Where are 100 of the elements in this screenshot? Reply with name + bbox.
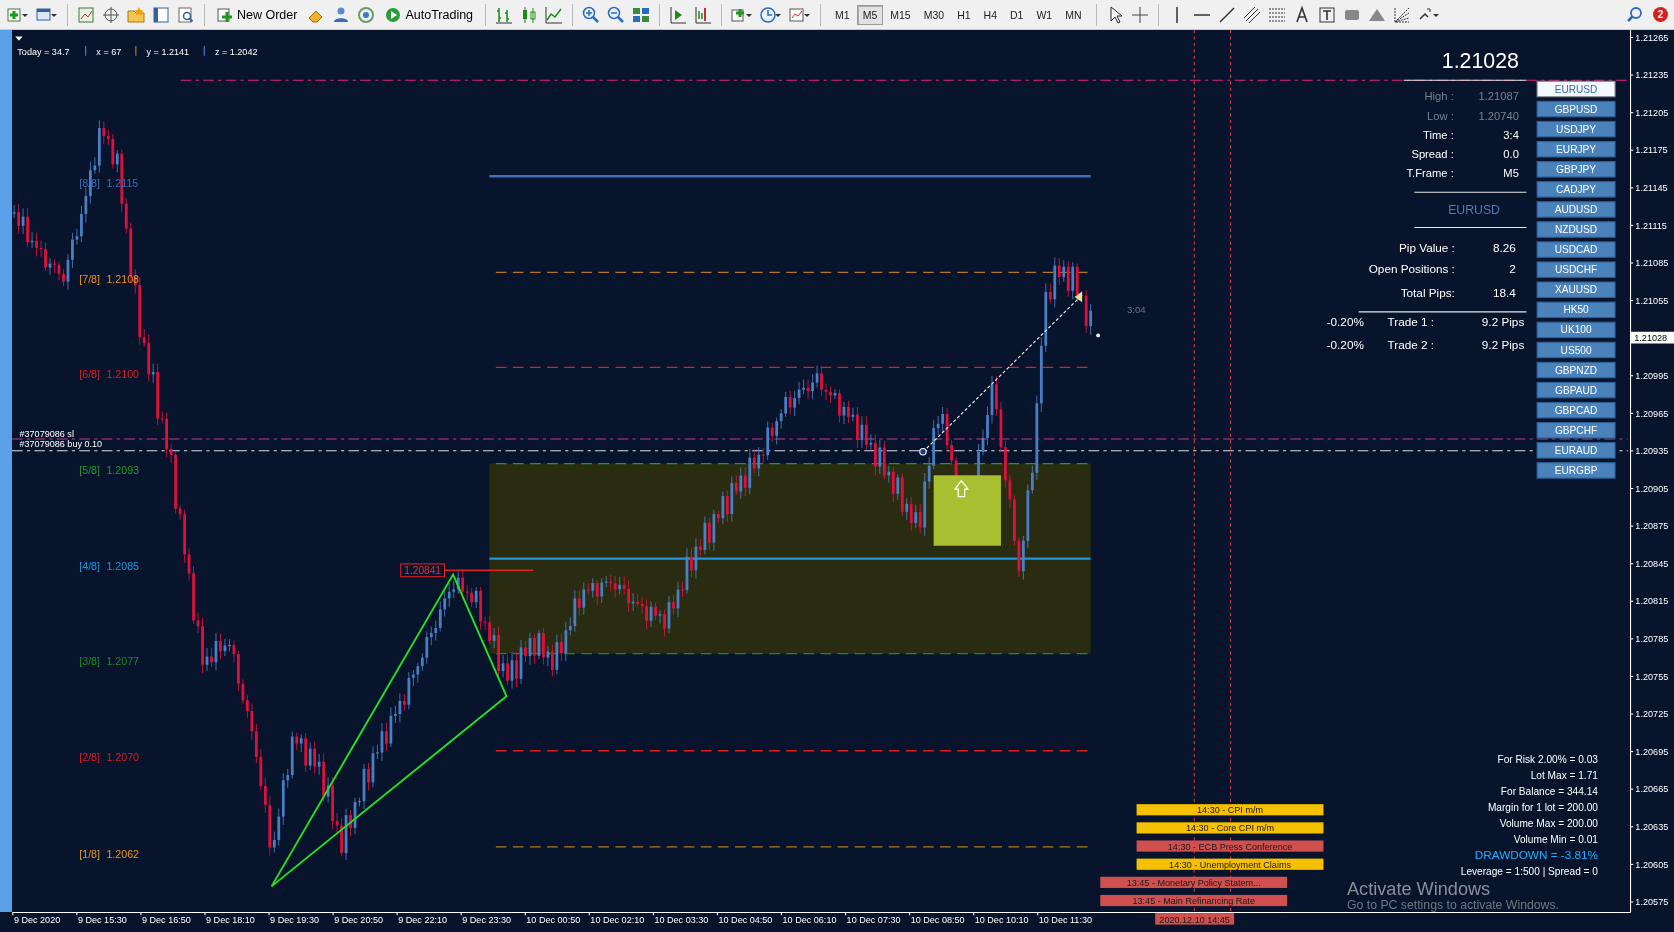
- risk-text: For Risk 2.00% = 0.03: [1497, 753, 1598, 765]
- event-bar: 14:30 - Unemployment Claims: [1136, 858, 1324, 870]
- time-label: 9 Dec 16:50: [142, 914, 191, 925]
- auto-scroll-icon[interactable]: [668, 4, 689, 25]
- status-text: y = 1.2141: [146, 46, 190, 57]
- level-label: [6/8] 1.2100: [79, 368, 140, 381]
- trade-value: 9.2 Pips: [1481, 337, 1525, 351]
- line-chart-icon[interactable]: [544, 4, 565, 25]
- info-value: 3:4: [1503, 128, 1519, 141]
- price-label: 1.20815: [1635, 596, 1669, 607]
- shield-play-icon: [385, 6, 402, 23]
- time-label: 10 Dec 03:30: [654, 914, 709, 925]
- info-value: M5: [1503, 167, 1519, 180]
- info-label: Time :: [1423, 128, 1454, 141]
- price-label: 1.20575: [1635, 897, 1669, 908]
- price-label: 1.20785: [1635, 634, 1669, 645]
- toolbar-button[interactable]: AutoTrading: [381, 3, 478, 26]
- symbol-button[interactable]: UK100: [1536, 321, 1616, 339]
- info-label: Spread :: [1411, 148, 1454, 161]
- status-text: x = 67: [96, 46, 122, 57]
- symbol-button[interactable]: GBPAUD: [1536, 381, 1616, 399]
- current-price: 1.21028: [1441, 49, 1519, 74]
- symbol-button[interactable]: GBPCAD: [1536, 401, 1616, 419]
- symbol-button[interactable]: US500: [1536, 341, 1616, 359]
- symbol-button[interactable]: GBPNZD: [1536, 361, 1616, 379]
- text-label-icon[interactable]: [1316, 4, 1337, 25]
- timeframe-tab[interactable]: W1: [1030, 4, 1059, 25]
- time-label: 9 Dec 18:10: [206, 914, 255, 925]
- timeframe-tab[interactable]: H4: [977, 4, 1003, 25]
- info-label: T.Frame :: [1406, 167, 1454, 180]
- symbol-button[interactable]: CADJPY: [1536, 181, 1616, 198]
- time-label: 10 Dec 00:50: [526, 914, 581, 925]
- notification-badge[interactable]: 2: [1653, 7, 1668, 22]
- channel-icon[interactable]: [1241, 4, 1262, 25]
- trade-percent: -0.20%: [1326, 337, 1364, 351]
- symbol-button[interactable]: EURJPY: [1536, 140, 1616, 158]
- risk-text: Volume Min = 0.01: [1513, 833, 1598, 845]
- info-value: 8.26: [1492, 241, 1516, 255]
- symbol-button[interactable]: EURGBP: [1536, 462, 1616, 479]
- symbol-button[interactable]: USDJPY: [1536, 120, 1616, 138]
- chart-shift-icon[interactable]: [693, 4, 714, 25]
- info-value: 18.4: [1492, 285, 1516, 299]
- timeframe-tab[interactable]: H1: [951, 4, 977, 25]
- price-label: 1.20725: [1635, 709, 1669, 720]
- trade-percent: -0.20%: [1326, 314, 1364, 328]
- trade-label: Trade 2 :: [1387, 337, 1435, 351]
- timeframe-tab[interactable]: M30: [917, 4, 951, 25]
- watermark-subtitle: Go to PC settings to activate Windows.: [1347, 897, 1559, 912]
- price-label: 1.21115: [1635, 220, 1667, 231]
- time-label: 10 Dec 04:50: [718, 914, 773, 925]
- plus-icon: [217, 6, 233, 23]
- highlight-box: [933, 475, 1001, 546]
- dropdown-icon[interactable]: [15, 36, 23, 41]
- info-label: Open Positions :: [1368, 262, 1455, 276]
- symbol-button[interactable]: AUDUSD: [1536, 201, 1616, 218]
- time-label: 10 Dec 11:30: [1038, 914, 1092, 925]
- timeframe-tab[interactable]: M5: [856, 4, 884, 25]
- watermark-title: Activate Windows: [1347, 878, 1491, 899]
- clock-icon[interactable]: [759, 4, 784, 25]
- symbol-button[interactable]: GBPCHF: [1536, 422, 1616, 439]
- status-text: z = 1.2042: [214, 46, 258, 57]
- signal-icon[interactable]: [356, 4, 377, 25]
- order-label: #37079086 buy 0.10: [19, 439, 103, 450]
- info-label: Total Pips:: [1400, 285, 1455, 299]
- chart-window-icon[interactable]: [76, 4, 96, 25]
- risk-text: For Balance = 344.14: [1500, 785, 1598, 797]
- symbol-button[interactable]: GBPJPY: [1536, 161, 1616, 178]
- price-label: 1.20695: [1635, 746, 1669, 757]
- time-label: 9 Dec 2020: [13, 914, 61, 925]
- symbol-button[interactable]: XAUUSD: [1536, 281, 1616, 298]
- info-label: Low :: [1427, 109, 1454, 122]
- timeframe-tab[interactable]: M1: [829, 4, 856, 25]
- symbol-button[interactable]: EURAUD: [1536, 442, 1616, 459]
- timeframe-tab[interactable]: M15: [884, 4, 917, 25]
- symbol-button[interactable]: HK50: [1536, 301, 1616, 319]
- search-window-icon[interactable]: [176, 4, 196, 25]
- panel-icon[interactable]: [151, 4, 171, 25]
- status-text: Today = 34.7: [17, 46, 70, 57]
- price-label: 1.20875: [1635, 521, 1669, 532]
- symbol-button[interactable]: USDCAD: [1536, 241, 1616, 258]
- timeframe-tab[interactable]: MN: [1059, 4, 1088, 25]
- price-label: 1.20935: [1635, 446, 1669, 457]
- toolbar-button[interactable]: New Order: [213, 3, 302, 26]
- event-bar: 13:45 - Main Refinancing Rate: [1100, 894, 1288, 907]
- symbol-button[interactable]: GBPUSD: [1536, 100, 1616, 118]
- level-label: [4/8] 1.2085: [79, 560, 140, 573]
- time-label: 10 Dec 08:50: [910, 914, 965, 925]
- symbol-button[interactable]: NZDUSD: [1536, 221, 1616, 238]
- price-label: 1.21175: [1635, 145, 1668, 156]
- price-label: 1.21145: [1635, 183, 1668, 193]
- timeframe-tab[interactable]: D1: [1004, 4, 1030, 25]
- price-label: 1.20845: [1635, 558, 1669, 569]
- risk-text: Lot Max = 1.71: [1530, 769, 1598, 781]
- crosshair-icon[interactable]: [101, 4, 121, 25]
- info-label: High :: [1424, 90, 1454, 103]
- symbol-button[interactable]: EURUSD: [1536, 80, 1616, 98]
- countdown-text: 3:04: [1127, 303, 1146, 315]
- info-value: 1.21087: [1478, 90, 1519, 103]
- symbol-button[interactable]: USDCHF: [1536, 261, 1616, 278]
- symbol-title: EURUSD: [1448, 202, 1500, 217]
